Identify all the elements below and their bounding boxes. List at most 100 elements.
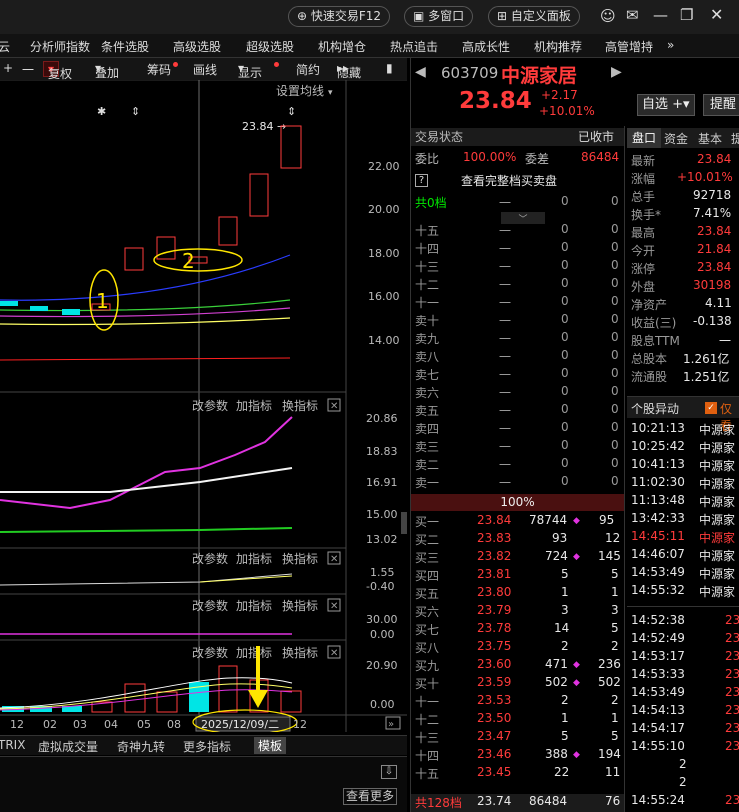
prev-stock-icon[interactable]: ◀ [415, 64, 426, 80]
change-indicator-button[interactable]: 换指标 [282, 551, 318, 566]
menu-item[interactable]: 超级选股 [246, 38, 294, 55]
level-name: 卖十 [415, 314, 440, 328]
level-name: 十五 [415, 224, 440, 238]
tab-template[interactable]: 模板 [254, 737, 287, 754]
sell-level-row: 十五 一 0 0 [411, 222, 624, 240]
add-indicator-button[interactable]: 加指标 [236, 598, 272, 613]
edit-params-button[interactable]: 改参数 [192, 598, 228, 613]
level-volume: 2 [561, 693, 569, 707]
edit-params-button[interactable]: 改参数 [192, 551, 228, 566]
edit-params-button[interactable]: 改参数 [192, 645, 228, 660]
menu-item[interactable]: 分析师指数 [30, 38, 90, 55]
quick-trade-button[interactable]: ⊕ 快速交易F12 [288, 6, 391, 27]
next-stock-icon[interactable]: ▶ [611, 64, 622, 80]
quote-row: 今开 21.84 [627, 242, 739, 260]
indicator-line-white [0, 573, 293, 586]
remind-button[interactable]: 提醒 [703, 94, 739, 116]
level-count: 2 [611, 693, 619, 707]
menu-item[interactable]: 云 [0, 38, 10, 55]
add-indicator-button[interactable]: 加指标 [236, 645, 272, 660]
menu-item[interactable]: 机构推荐 [534, 38, 582, 55]
tick-row: 14:54:17 23 [627, 721, 739, 739]
anomaly-row[interactable]: 11:13:48 中源家 [627, 493, 739, 511]
collapse-handle[interactable] [401, 512, 407, 534]
tab-trix[interactable]: TRIX [0, 738, 25, 752]
display-button[interactable]: 显示 ▾ [238, 61, 262, 80]
chip-button[interactable]: 筹码 [147, 61, 171, 78]
anomaly-time: 14:45:11 [631, 529, 685, 543]
anomaly-time: 14:46:07 [631, 547, 685, 561]
tab-virtual-volume[interactable]: 虚拟成交量 [38, 738, 98, 755]
add-indicator-button[interactable]: 加指标 [236, 551, 272, 566]
anomaly-row[interactable]: 10:25:42 中源家 [627, 439, 739, 457]
anomaly-row[interactable]: 14:53:49 中源家 [627, 565, 739, 583]
level-price: 一 [499, 422, 512, 436]
anomaly-row[interactable]: 14:46:07 中源家 [627, 547, 739, 565]
level-name: 十四 [415, 749, 440, 763]
fq-button[interactable]: 复权 ▾ [43, 61, 72, 81]
x-axis-tick: 02 [43, 718, 57, 731]
anomaly-row[interactable]: 14:55:32 中源家 [627, 583, 739, 601]
anomaly-name: 中源家 [699, 585, 736, 599]
quote-row: 收益(三) -0.138 [627, 314, 739, 332]
level-price: 一 [499, 404, 512, 418]
menu-item[interactable]: 热点追击 [390, 38, 438, 55]
level-count: 502 [598, 675, 621, 689]
change-indicator-button[interactable]: 换指标 [282, 398, 318, 413]
level-name: 十五 [415, 767, 440, 781]
level-price: 23.83 [477, 531, 512, 545]
user-icon[interactable]: ☺ [600, 7, 616, 25]
simple-button[interactable]: 简约 [296, 61, 320, 78]
zoom-in-button[interactable]: + [3, 61, 13, 75]
level-count: 0 [611, 420, 619, 434]
quote-key: 收益(三) [631, 316, 677, 330]
anomaly-row[interactable]: 10:21:13 中源家 [627, 421, 739, 439]
axis-label: 18.83 [366, 445, 398, 458]
tab-nine-turn[interactable]: 奇神九转 [117, 738, 165, 755]
view-more-button[interactable]: 查看更多 [343, 788, 397, 805]
checkbox-checked-icon[interactable]: ✓ [705, 402, 717, 414]
menu-item[interactable]: 高级选股 [173, 38, 221, 55]
quote-key: 今开 [631, 244, 656, 258]
draw-button[interactable]: 画线 [193, 61, 217, 78]
tab-pankou[interactable]: 盘口 [627, 128, 661, 148]
menu-item[interactable]: 高成长性 [462, 38, 510, 55]
tab-more-indicators[interactable]: 更多指标 [183, 738, 231, 755]
level-volume: 0 [561, 474, 569, 488]
close-icon[interactable]: ✕ [710, 5, 723, 24]
custom-panel-button[interactable]: ⊞ 自定义面板 [488, 6, 580, 27]
menu-item[interactable]: 条件选股 [101, 38, 149, 55]
anomaly-row[interactable]: 10:41:13 中源家 [627, 457, 739, 475]
expand-button[interactable]: ▮ [386, 61, 393, 75]
minimize-icon[interactable]: — [653, 6, 668, 24]
kline-chart[interactable]: 设置均线 ▾ ✱ ⇕ ⇕ 23.84 → 22.00 20.00 18.00 1… [0, 80, 407, 732]
restore-icon[interactable]: ❐ [680, 6, 693, 24]
more-menu-icon[interactable]: » [667, 38, 674, 52]
level-volume: 388 [545, 747, 568, 761]
edit-params-button[interactable]: 改参数 [192, 398, 228, 413]
full-book-row[interactable]: ? 查看完整档买卖盘 [411, 172, 624, 190]
download-icon[interactable]: ⇩ [381, 765, 397, 779]
multi-window-button[interactable]: ▣ 多窗口 [404, 6, 474, 27]
quote-key: 最新 [631, 154, 656, 168]
change-indicator-button[interactable]: 换指标 [282, 598, 318, 613]
mail-icon[interactable]: ✉ [626, 6, 639, 24]
zoom-out-button[interactable]: 一 [22, 61, 34, 78]
anomaly-row[interactable]: 14:45:11 中源家 [627, 529, 739, 547]
quote-value: 21.84 [697, 242, 732, 256]
menu-item[interactable]: 机构增仓 [318, 38, 366, 55]
level-name: 买九 [415, 659, 440, 673]
add-indicator-button[interactable]: 加指标 [236, 398, 272, 413]
menu-item[interactable]: 高管增持 [605, 38, 653, 55]
hide-button[interactable]: 隐藏 ▸▸ [337, 61, 361, 80]
ma-setting-label[interactable]: 设置均线 [276, 84, 324, 98]
tab-more[interactable]: 提 [731, 130, 739, 147]
change-indicator-button[interactable]: 换指标 [282, 645, 318, 660]
tab-funds[interactable]: 资金 [664, 130, 688, 147]
tab-basic[interactable]: 基本 [698, 130, 722, 147]
weicha-value: 86484 [581, 150, 620, 164]
anomaly-row[interactable]: 11:02:30 中源家 [627, 475, 739, 493]
anomaly-row[interactable]: 13:42:33 中源家 [627, 511, 739, 529]
add-watchlist-button[interactable]: 自选 +▾ [637, 94, 695, 116]
overlay-button[interactable]: 叠加 ▾ [95, 61, 119, 80]
